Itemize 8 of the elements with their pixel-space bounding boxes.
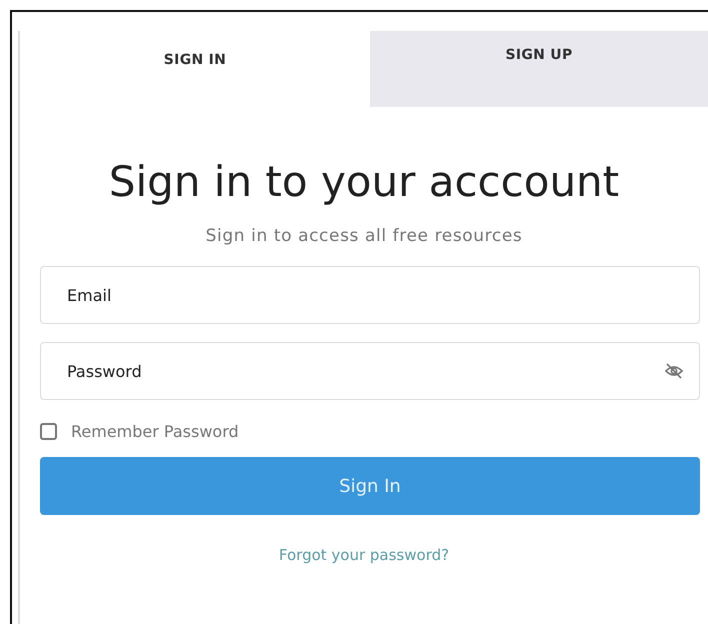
page-title: Sign in to your acccount bbox=[108, 157, 620, 206]
password-field[interactable]: Password bbox=[40, 342, 700, 400]
tab[interactable]: SIGN UP bbox=[370, 31, 708, 107]
subtitle: Sign in to access all free resources bbox=[204, 226, 524, 246]
checkbox[interactable] bbox=[40, 423, 57, 440]
email-field[interactable]: Email bbox=[40, 266, 700, 324]
eye-slash-icon[interactable] bbox=[664, 363, 684, 379]
checkbox-label: Remember Password bbox=[71, 422, 239, 441]
